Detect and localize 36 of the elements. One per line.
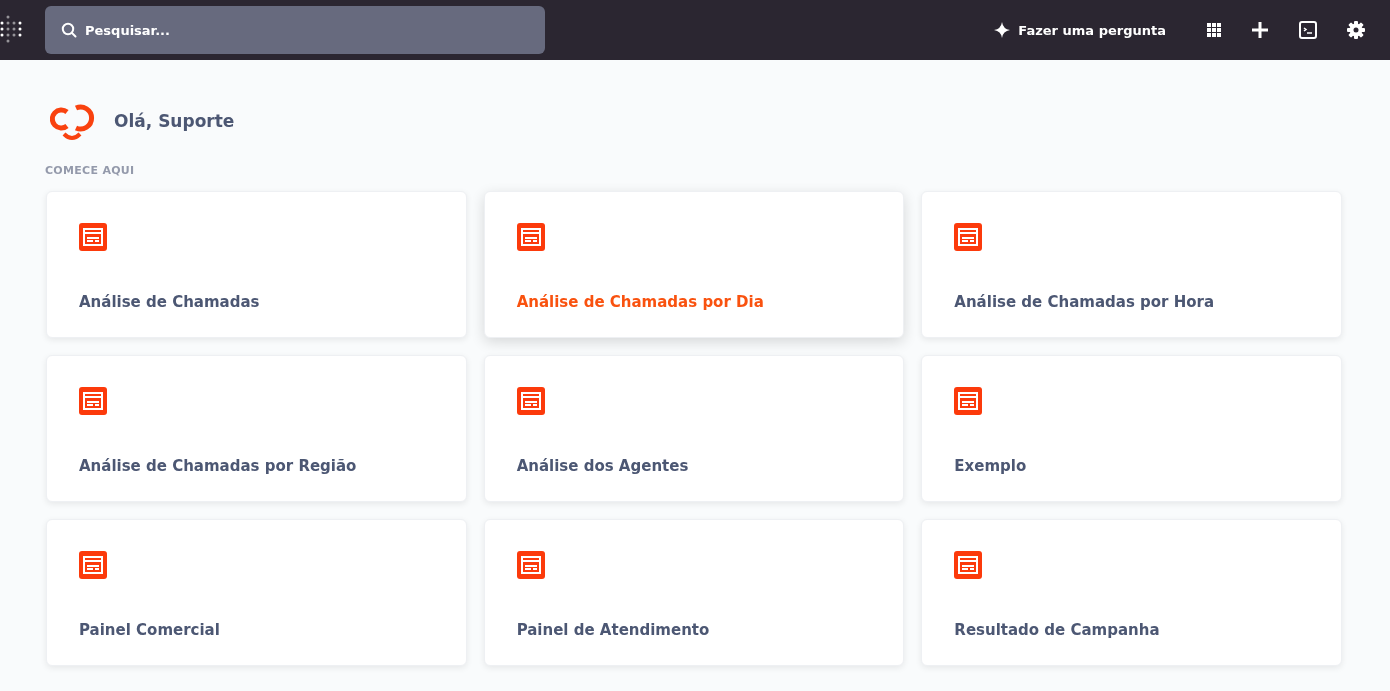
dashboard-icon bbox=[516, 223, 545, 251]
greeting-text: Olá, Suporte bbox=[114, 111, 235, 131]
card-title: Análise de Chamadas por Região bbox=[79, 457, 358, 475]
card-title: Análise de Chamadas por Hora bbox=[954, 293, 1216, 311]
dashboard-icon bbox=[516, 551, 545, 579]
terminal-icon[interactable] bbox=[1299, 21, 1317, 39]
logo-icon[interactable] bbox=[0, 15, 24, 45]
dashboard-icon bbox=[954, 387, 983, 415]
card-title: Exemplo bbox=[954, 457, 1028, 475]
dashboard-card[interactable]: Painel de Atendimento bbox=[483, 519, 905, 666]
dashboard-icon bbox=[79, 551, 107, 579]
settings-icon[interactable] bbox=[1347, 21, 1365, 39]
dashboard-icon bbox=[79, 387, 107, 415]
dashboard-card[interactable]: Resultado de Campanha bbox=[921, 519, 1342, 666]
card-title: Análise dos Agentes bbox=[516, 457, 690, 475]
grid-icon[interactable] bbox=[1207, 23, 1221, 37]
dashboard-card[interactable]: Análise dos Agentes bbox=[483, 355, 905, 502]
dashboard-card[interactable]: Exemplo bbox=[921, 355, 1342, 502]
dashboard-icon bbox=[954, 223, 983, 251]
sparkle-icon bbox=[994, 22, 1011, 38]
card-title: Análise de Chamadas bbox=[79, 293, 261, 311]
plus-icon[interactable] bbox=[1251, 21, 1269, 39]
card-title: Análise de Chamadas por Dia bbox=[516, 293, 765, 311]
ask-question-button[interactable]: Fazer uma pergunta bbox=[994, 22, 1166, 38]
dashboard-card[interactable]: Análise de Chamadas por Hora bbox=[921, 191, 1342, 338]
section-title: COMECE AQUI bbox=[45, 164, 136, 177]
dashboard-card[interactable]: Painel Comercial bbox=[46, 519, 467, 666]
dashboard-card[interactable]: Análise de Chamadas bbox=[46, 191, 467, 338]
dashboard-icon bbox=[516, 387, 545, 415]
card-title: Resultado de Campanha bbox=[954, 621, 1161, 639]
dashboard-card[interactable]: Análise de Chamadas por Região bbox=[46, 355, 467, 502]
card-title: Painel Comercial bbox=[79, 621, 221, 639]
dashboard-icon bbox=[954, 551, 983, 579]
card-title: Painel de Atendimento bbox=[516, 621, 711, 639]
search-field[interactable]: Pesquisar... bbox=[45, 6, 545, 54]
dashboard-icon bbox=[79, 223, 107, 251]
